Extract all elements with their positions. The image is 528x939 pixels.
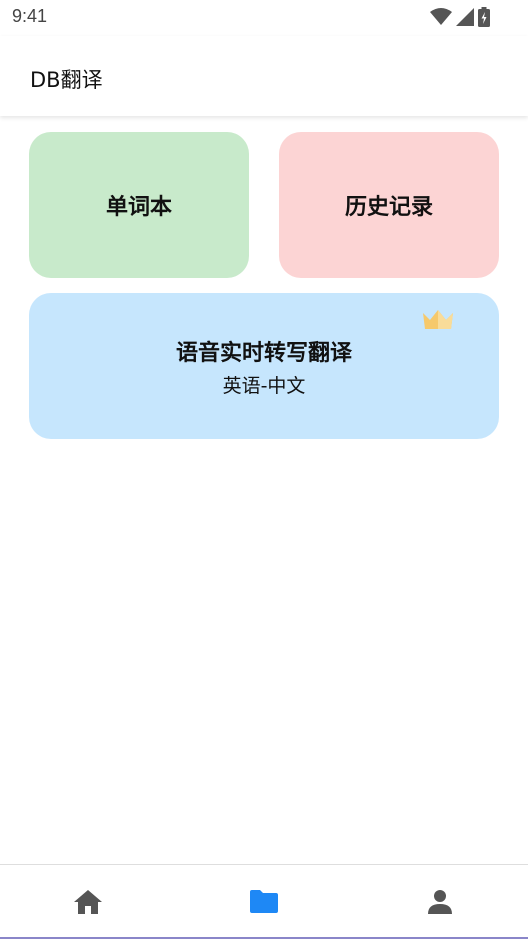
screen: 9:41 DB翻译 单词本 历史记录 语音实时转写翻译 英语-中文: [0, 0, 528, 939]
status-icons: [430, 7, 490, 27]
status-bar: 9:41: [0, 0, 528, 36]
nav-home[interactable]: [0, 865, 176, 938]
bottom-nav: [0, 864, 528, 938]
folder-icon: [250, 889, 278, 913]
battery-icon: [478, 7, 490, 27]
app-title: DB翻译: [30, 68, 103, 92]
history-card[interactable]: 历史记录: [279, 132, 499, 278]
crown-icon: [423, 310, 453, 329]
cell-signal-icon: [456, 8, 474, 26]
language-pair-label: 英语-中文: [222, 374, 306, 397]
wordbook-label: 单词本: [105, 195, 172, 220]
app-bar: DB翻译: [0, 36, 528, 116]
wifi-icon: [430, 8, 452, 25]
history-label: 历史记录: [344, 195, 433, 220]
wordbook-card[interactable]: 单词本: [29, 132, 249, 278]
home-icon: [74, 889, 102, 914]
voice-translate-label: 语音实时转写翻译: [175, 340, 352, 366]
voice-translate-card[interactable]: 语音实时转写翻译 英语-中文: [29, 293, 499, 439]
person-icon: [428, 889, 452, 914]
status-time: 9:41: [12, 6, 48, 26]
nav-files[interactable]: [176, 865, 352, 938]
nav-profile[interactable]: [352, 865, 528, 938]
